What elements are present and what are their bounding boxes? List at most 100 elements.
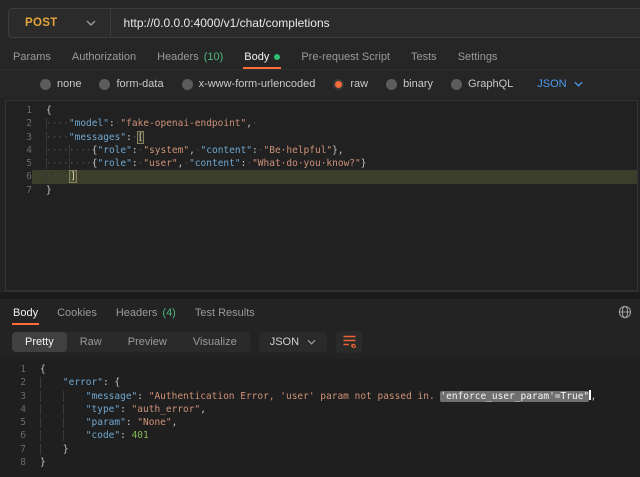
code-token: 'enforce_user_param'=True" [440, 391, 589, 402]
code-token [63, 417, 86, 428]
tab-authorization[interactable]: Authorization [71, 47, 137, 69]
tab-params[interactable]: Params [12, 47, 52, 69]
line-content: "type": "auth_error", [26, 403, 640, 416]
tab-pre-request-script[interactable]: Pre-request Script [300, 47, 391, 69]
code-token [40, 444, 63, 455]
request-url-row: POST http://0.0.0.0:4000/v1/chat/complet… [0, 0, 640, 46]
code-line: 2····"model":·"fake-openai-endpoint",· [6, 117, 637, 130]
response-tab-body[interactable]: Body [12, 303, 39, 325]
body-mode-label: x-www-form-urlencoded [199, 78, 316, 90]
radio-icon [451, 79, 462, 90]
body-mode-label: raw [350, 78, 368, 90]
tab-label: Test Results [195, 307, 255, 319]
line-number: 7 [0, 443, 26, 456]
method-dropdown[interactable]: POST [9, 9, 110, 37]
line-number: 7 [6, 184, 32, 197]
code-token: }, [332, 145, 343, 156]
response-language-label: JSON [270, 336, 299, 348]
code-line: 6····] [6, 170, 637, 183]
code-token: "Authentication Error, 'user' param not … [149, 391, 441, 402]
code-line: 1{ [0, 363, 640, 376]
response-tab-test-results[interactable]: Test Results [194, 303, 256, 325]
code-token [63, 391, 86, 402]
request-body-editor[interactable]: 1{2····"model":·"fake-openai-endpoint",·… [5, 100, 638, 291]
response-tabs: Body Cookies Headers(4) Test Results [0, 299, 640, 325]
radio-icon [333, 79, 344, 90]
chevron-down-icon [307, 339, 316, 345]
url-input[interactable]: http://0.0.0.0:4000/v1/chat/completions [111, 9, 330, 37]
chevron-down-icon [86, 20, 96, 26]
code-token: "content" [189, 158, 240, 169]
tab-label: Body [13, 307, 38, 319]
view-raw[interactable]: Raw [67, 332, 115, 352]
api-client-window: POST http://0.0.0.0:4000/v1/chat/complet… [0, 0, 640, 477]
tab-label: Headers [116, 307, 158, 319]
tab-label: Tests [411, 51, 437, 63]
line-content: { [32, 104, 637, 117]
response-body-editor: 1{2 "error": {3 "message": "Authenticati… [0, 359, 640, 477]
wrap-text-button[interactable] [336, 331, 362, 353]
line-number: 1 [0, 363, 26, 376]
response-language-dropdown[interactable]: JSON [259, 332, 327, 352]
tab-body[interactable]: Body [243, 47, 281, 69]
line-content: ····"messages":·[ [32, 131, 637, 144]
code-token: "model" [69, 118, 109, 129]
body-mode-raw[interactable]: raw [333, 78, 368, 90]
code-token [40, 404, 63, 415]
tab-label: Body [244, 51, 269, 63]
line-content: "message": "Authentication Error, 'user'… [26, 390, 640, 403]
line-content: } [26, 443, 640, 456]
code-token: · [252, 118, 258, 129]
code-token: , [591, 391, 597, 402]
code-token [40, 391, 63, 402]
code-line: 5········{"role":·"user",·"content":·"Wh… [6, 157, 637, 170]
body-mode-label: GraphQL [468, 78, 513, 90]
code-token: ···· [46, 158, 69, 169]
tab-settings[interactable]: Settings [457, 47, 499, 69]
tab-label: Pre-request Script [301, 51, 390, 63]
view-visualize[interactable]: Visualize [180, 332, 250, 352]
radio-icon [182, 79, 193, 90]
code-token: ] [69, 170, 77, 183]
code-token: } [63, 444, 69, 455]
body-mode-graphql[interactable]: GraphQL [451, 78, 513, 90]
body-mode-none[interactable]: none [40, 78, 81, 90]
line-number: 8 [0, 456, 26, 469]
body-mode-x-www-form-urlencoded[interactable]: x-www-form-urlencoded [182, 78, 316, 90]
line-content: ········{"role":·"user",·"content":·"Wha… [32, 157, 637, 170]
tab-tests[interactable]: Tests [410, 47, 438, 69]
line-content: "error": { [26, 376, 640, 389]
response-tab-cookies[interactable]: Cookies [56, 303, 98, 325]
request-language-dropdown[interactable]: JSON [537, 78, 582, 90]
code-token: "Be·helpful" [264, 145, 333, 156]
code-token: "system" [143, 145, 189, 156]
line-content: ········{"role":·"system",·"content":·"B… [32, 144, 637, 157]
globe-icon[interactable] [618, 305, 632, 322]
line-number: 4 [0, 403, 26, 416]
code-token: ···· [46, 145, 69, 156]
request-url-bar: POST http://0.0.0.0:4000/v1/chat/complet… [8, 8, 640, 38]
view-pretty[interactable]: Pretty [12, 332, 67, 352]
code-token: ···· [46, 132, 69, 143]
code-token [40, 377, 63, 388]
line-number: 4 [6, 144, 32, 157]
response-tab-headers[interactable]: Headers(4) [115, 303, 177, 325]
line-number: 1 [6, 104, 32, 117]
code-token: : [120, 430, 131, 441]
tab-headers[interactable]: Headers(10) [156, 47, 224, 69]
code-token: "code" [86, 430, 120, 441]
pane-splitter[interactable] [0, 291, 640, 299]
body-mode-form-data[interactable]: form-data [99, 78, 163, 90]
response-view-row: PrettyRawPreviewVisualize JSON [0, 325, 640, 359]
radio-icon [99, 79, 110, 90]
tab-label: Authorization [72, 51, 136, 63]
code-line: 2 "error": { [0, 376, 640, 389]
body-mode-binary[interactable]: binary [386, 78, 433, 90]
code-token: 401 [132, 430, 149, 441]
code-token: , [172, 417, 178, 428]
view-preview[interactable]: Preview [115, 332, 180, 352]
code-line: 7 } [0, 443, 640, 456]
code-line: 1{ [6, 104, 637, 117]
line-content: "code": 401 [26, 429, 640, 442]
code-token: "error" [63, 377, 103, 388]
